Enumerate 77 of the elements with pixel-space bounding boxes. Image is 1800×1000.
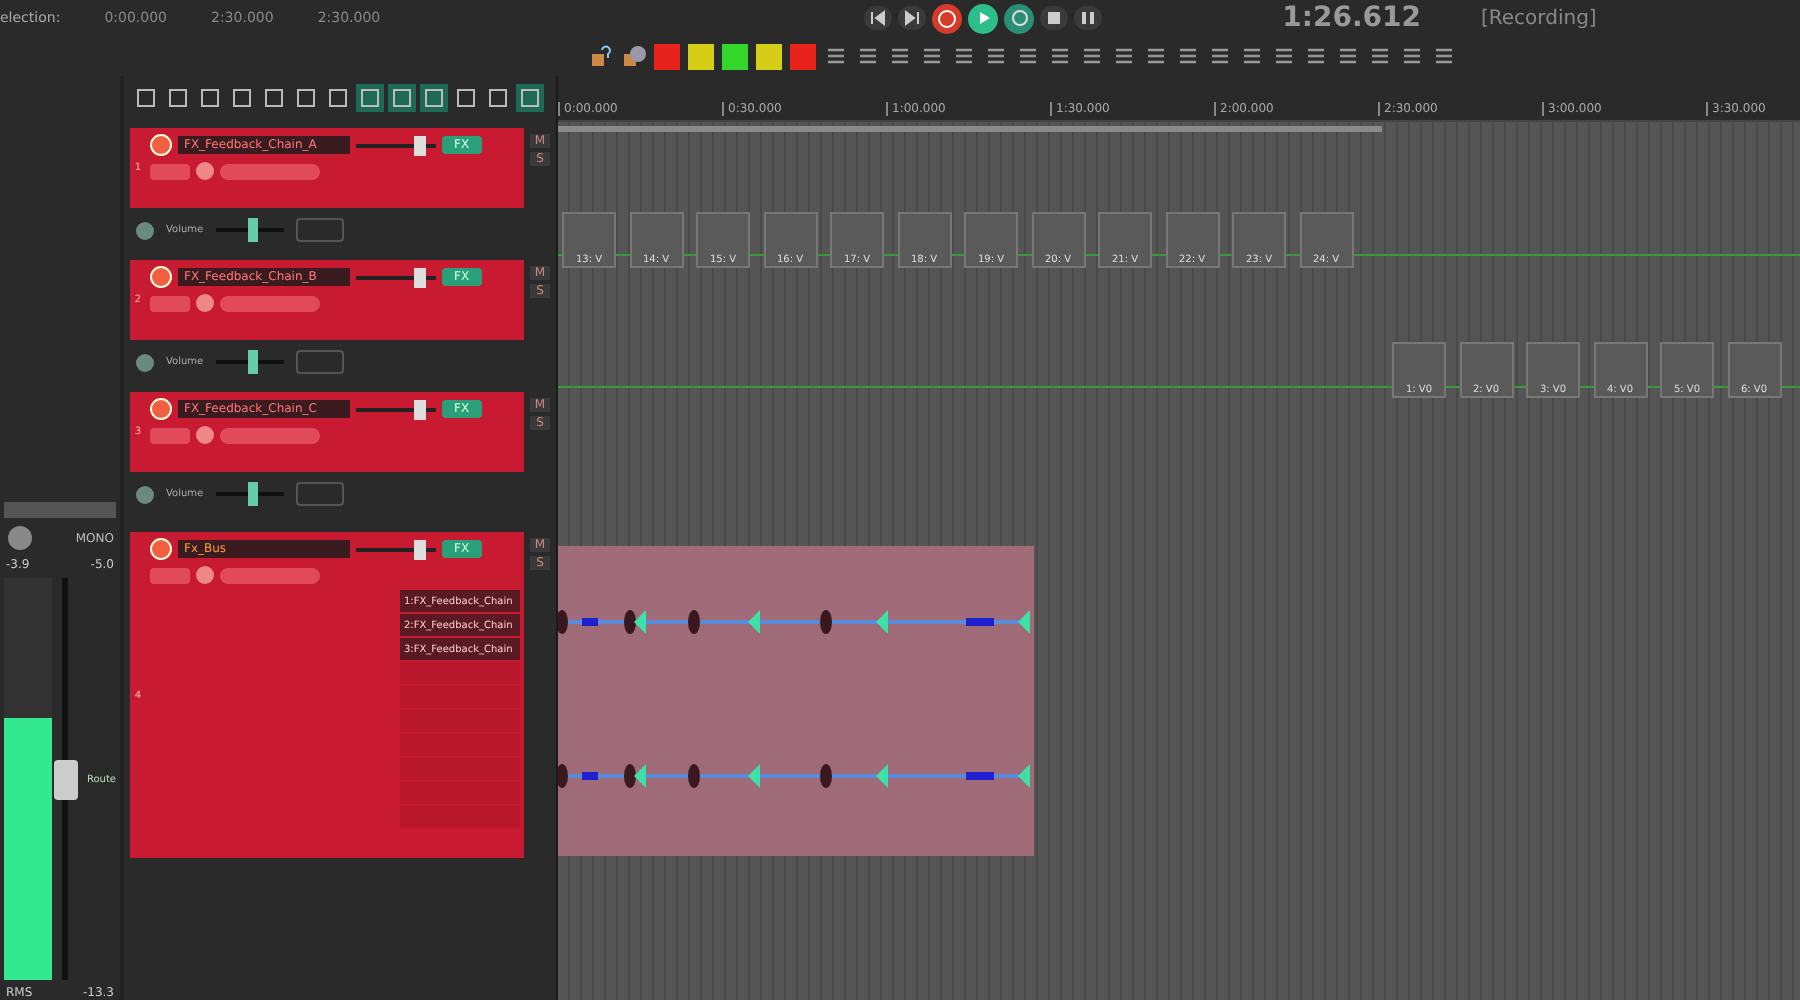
envelope-slider-handle[interactable] (248, 482, 259, 506)
record-arm-button[interactable] (150, 398, 172, 420)
toolbar-icon[interactable] (324, 84, 352, 112)
envelope-slider-handle[interactable] (248, 350, 259, 374)
toolbar-icon[interactable] (984, 44, 1008, 68)
toolbar-icon[interactable] (1240, 44, 1264, 68)
toolbar-icon[interactable] (1272, 44, 1296, 68)
record-status: [Recording] (1481, 7, 1597, 29)
toolbar-icon[interactable] (1400, 44, 1424, 68)
input-selector[interactable] (220, 163, 320, 179)
toolbar-icon[interactable] (1080, 44, 1104, 68)
help-icon[interactable] (590, 44, 614, 68)
time-display: 1:26.612 (1282, 2, 1421, 34)
toolbar-icon[interactable] (196, 84, 224, 112)
fader-handle[interactable] (54, 759, 79, 800)
toolbar-icon[interactable] (1368, 44, 1392, 68)
toolbar-icon[interactable] (1176, 44, 1200, 68)
record-button[interactable] (932, 3, 963, 33)
toolbar-icon[interactable] (1016, 44, 1040, 68)
skip-back-icon (870, 10, 887, 26)
repeat-button[interactable] (1004, 3, 1035, 33)
volume-slider-handle[interactable] (414, 539, 426, 559)
toolbar-icon[interactable] (388, 84, 416, 112)
toolbar-icon[interactable] (1304, 44, 1328, 68)
toolbar-icon[interactable] (516, 84, 544, 112)
input-selector[interactable] (220, 427, 320, 443)
toolbar-icon[interactable] (1048, 44, 1072, 68)
input-selector[interactable] (220, 567, 320, 583)
toolbar-icon[interactable] (452, 84, 480, 112)
envelope-toggle[interactable] (136, 221, 154, 239)
repeat-icon (1011, 10, 1028, 26)
toolbar-icon[interactable] (856, 44, 880, 68)
pause-button[interactable] (1074, 6, 1103, 30)
color-swatch[interactable] (654, 43, 680, 69)
pan-field[interactable] (4, 502, 116, 518)
volume-slider-handle[interactable] (414, 267, 426, 287)
color-swatch[interactable] (790, 43, 816, 69)
toolbar-icon[interactable] (260, 84, 288, 112)
toolbar-icon[interactable] (1208, 44, 1232, 68)
envelope-slider-handle[interactable] (248, 218, 259, 242)
toolbar-icon[interactable] (484, 84, 512, 112)
color-swatch[interactable] (722, 43, 748, 69)
record-arm-button[interactable] (150, 538, 172, 560)
toolbar-icon[interactable] (952, 44, 976, 68)
toolbar-icon[interactable] (292, 84, 320, 112)
toolbar-icon[interactable] (164, 84, 192, 112)
toolbar-icon[interactable] (228, 84, 256, 112)
record-icon (938, 9, 957, 27)
color-swatch[interactable] (688, 43, 714, 69)
toolbar-icon[interactable] (920, 44, 944, 68)
toolbar-icon[interactable] (1336, 44, 1360, 68)
color-swatch[interactable] (756, 43, 782, 69)
record-arm-button[interactable] (150, 266, 172, 288)
stop-button[interactable] (1040, 6, 1069, 30)
stop-icon (1046, 10, 1063, 26)
empty-slot (400, 662, 520, 684)
go-to-start-button[interactable] (864, 6, 893, 30)
toolbar-icon[interactable] (1432, 44, 1456, 68)
envelope-toggle[interactable] (136, 485, 154, 503)
volume-slider-handle[interactable] (414, 135, 426, 155)
knob-icon[interactable] (6, 524, 34, 552)
toolbar-icon[interactable] (1112, 44, 1136, 68)
toolbar-icon[interactable] (420, 84, 448, 112)
pause-icon (1080, 10, 1097, 26)
input-selector[interactable] (220, 295, 320, 311)
volume-slider-handle[interactable] (414, 399, 426, 419)
envelope-toggle[interactable] (136, 353, 154, 371)
toolbar-icon[interactable] (1144, 44, 1168, 68)
toolbar-icon[interactable] (888, 44, 912, 68)
play-icon (975, 10, 992, 26)
skip-forward-icon (904, 10, 921, 26)
toolbar-icon[interactable] (356, 84, 384, 112)
toolbar-icon[interactable] (132, 84, 160, 112)
toolbar-icon[interactable] (824, 44, 848, 68)
go-to-end-button[interactable] (898, 6, 927, 30)
record-arm-button[interactable] (150, 134, 172, 156)
play-button[interactable] (968, 3, 999, 33)
